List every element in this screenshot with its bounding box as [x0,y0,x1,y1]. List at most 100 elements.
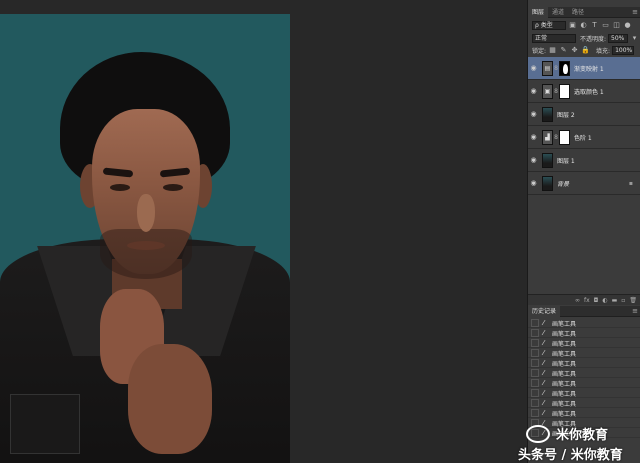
layer-filter-row: ρ 类型 ▣ ◐ T ▭ ◫ ● [528,19,640,31]
layer-filter-kind[interactable]: ρ 类型 [532,20,566,30]
layer-row[interactable]: ◉ 背景 ▪ [528,172,640,195]
history-source-box[interactable] [531,339,539,347]
layer-mask-thumbnail[interactable] [559,129,570,145]
brush-icon: ⁄ [543,369,545,377]
visibility-eye-icon[interactable]: ◉ [528,179,539,187]
history-item[interactable]: ⁄ 画笔工具 [528,379,640,388]
history-item-label: 画笔工具 [552,340,577,348]
watermark-name: 米你教育 [556,428,609,443]
layer-mask-thumbnail[interactable] [559,83,570,99]
lock-fill-row: 锁定: ▦ ✎ ✥ 🔒 填充: 100% [528,44,640,56]
history-item[interactable]: ⁄ 画笔工具 [528,329,640,338]
image-filter-icon[interactable]: ▣ [568,21,577,30]
photo-mouth [127,241,165,250]
chevron-down-icon[interactable]: ▾ [630,34,639,43]
history-item[interactable]: ⁄ 画笔工具 [528,399,640,408]
visibility-eye-icon[interactable]: ◉ [528,64,539,72]
smart-filter-icon[interactable]: ◫ [612,21,621,30]
selective-color-icon: ▣ [542,83,553,99]
lock-all-icon[interactable]: 🔒 [581,46,590,55]
history-source-box[interactable] [531,369,539,377]
layer-name[interactable]: 选取颜色 1 [574,87,604,96]
layer-name[interactable]: 色阶 1 [574,133,592,142]
opacity-input[interactable]: 50% [608,33,629,43]
history-source-box[interactable] [531,319,539,327]
history-item[interactable]: ⁄ 画笔工具 [528,319,640,328]
fill-input[interactable]: 100% [612,45,635,55]
history-panel-tabs: 历史记录 ≡ [528,305,640,317]
watermark-logo-icon [526,425,550,443]
adjustment-icon[interactable]: ◐ [602,297,607,304]
history-item-label: 画笔工具 [552,410,577,418]
blend-mode-select[interactable]: 正常 [532,33,576,43]
layer-thumbnail [542,175,553,191]
layers-footer: ∞ fx ◘ ◐ ▬ ▫ 🗑 [528,294,640,305]
visibility-eye-icon[interactable]: ◉ [528,156,539,164]
photo-beard [100,229,192,279]
photo-pocket [10,394,80,454]
history-item[interactable]: ⁄ 画笔工具 [528,359,640,368]
brush-icon: ⁄ [543,349,545,357]
lock-icon: ▪ [628,179,633,187]
brush-icon: ⁄ [543,359,545,367]
layer-name[interactable]: 图层 2 [557,110,575,119]
adjustment-filter-icon[interactable]: ◐ [579,21,588,30]
history-item[interactable]: ⁄ 画笔工具 [528,409,640,418]
history-source-box[interactable] [531,389,539,397]
tab-paths[interactable]: 路径 [568,7,588,18]
visibility-eye-icon[interactable]: ◉ [528,87,539,95]
photo-hand-right [128,344,212,454]
history-source-box[interactable] [531,329,539,337]
layer-thumbnail [542,106,553,122]
panel-menu-icon[interactable]: ≡ [629,8,640,16]
brush-icon: ⁄ [543,389,545,397]
document-canvas[interactable] [0,14,290,463]
link-icon[interactable]: ∞ [575,297,580,304]
lock-paint-icon[interactable]: ✎ [559,46,568,55]
history-item-label: 画笔工具 [552,320,577,328]
tab-channels[interactable]: 通道 [548,7,568,18]
history-item[interactable]: ⁄ 画笔工具 [528,339,640,348]
tab-layers[interactable]: 图层 [528,6,549,18]
layer-row[interactable]: ◉ ▣ 8 选取颜色 1 [528,80,640,103]
layer-name[interactable]: 背景 [557,179,569,188]
levels-icon: ▟ [542,129,553,145]
history-item[interactable]: ⁄ 画笔工具 [528,389,640,398]
panel-menu-icon[interactable]: ≡ [629,307,640,315]
history-item-label: 画笔工具 [552,390,577,398]
history-source-box[interactable] [531,399,539,407]
layer-name[interactable]: 图层 1 [557,156,575,165]
history-item-label: 画笔工具 [552,350,577,358]
mask-icon[interactable]: ◘ [594,297,599,304]
lock-move-icon[interactable]: ✥ [570,46,579,55]
history-source-box[interactable] [531,349,539,357]
trash-icon[interactable]: 🗑 [629,297,637,304]
visibility-eye-icon[interactable]: ◉ [528,133,539,141]
layer-row[interactable]: ◉ 图层 2 [528,103,640,126]
layer-row[interactable]: ◉ ▟ 8 色阶 1 [528,126,640,149]
folder-icon[interactable]: ▬ [612,297,618,304]
history-item[interactable]: ⁄ 画笔工具 [528,349,640,358]
visibility-eye-icon[interactable]: ◉ [528,110,539,118]
type-filter-icon[interactable]: T [590,21,599,30]
layer-mask-thumbnail[interactable] [559,60,570,76]
watermark-line: 头条号 / 米你教育 [518,448,623,463]
lock-transparent-icon[interactable]: ▦ [548,46,557,55]
history-source-box[interactable] [531,359,539,367]
tab-history[interactable]: 历史记录 [528,305,561,317]
brush-icon: ⁄ [543,319,545,327]
history-source-box[interactable] [531,409,539,417]
history-source-box[interactable] [531,379,539,387]
layer-row[interactable]: ◉ ▤ 8 渐变映射 1 [528,57,640,80]
layer-name[interactable]: 渐变映射 1 [574,64,604,73]
fx-icon[interactable]: fx [584,297,590,304]
brush-icon: ⁄ [543,339,545,347]
brush-icon: ⁄ [543,329,545,337]
history-item[interactable]: ⁄ 画笔工具 [528,369,640,378]
filter-toggle-icon[interactable]: ● [623,21,632,30]
layer-row[interactable]: ◉ 图层 1 [528,149,640,172]
shape-filter-icon[interactable]: ▭ [601,21,610,30]
photo-nose [137,194,155,232]
brush-icon: ⁄ [543,399,545,407]
new-layer-icon[interactable]: ▫ [621,297,625,304]
